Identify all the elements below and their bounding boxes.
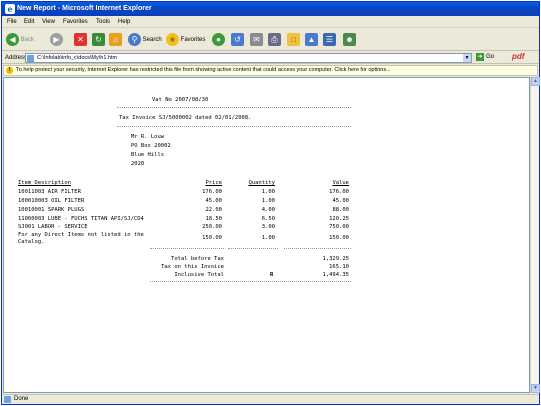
tax-label: Tax on this Invoice [161,264,224,270]
row-description: 10011003 AIR FILTER [18,189,81,195]
row-description-continued: Catalog. [18,239,45,245]
pdf-button[interactable]: pdf [512,52,524,61]
menu-favorites[interactable]: Favorites [63,19,88,25]
currency-symbol: R [270,272,274,278]
menu-file[interactable]: File [7,19,17,25]
divider [117,126,351,127]
row-value: 750.00 [329,224,349,230]
total-before-tax-value: 1,329.25 [322,256,350,262]
research-icon[interactable]: ☰ [323,33,336,46]
vertical-scrollbar[interactable]: ▲ ▼ [530,77,540,393]
status-bar: Done [2,394,539,404]
status-text: Done [14,396,29,402]
home-icon[interactable]: ⌂ [109,33,122,46]
forward-arrow-icon: ▶ [50,33,63,46]
address-line: PO Box 20002 [131,143,171,149]
security-infobar[interactable]: ! To help protect your security, Interne… [3,65,538,76]
header-quantity: Quantity [248,180,276,186]
address-line: 2020 [131,161,145,167]
toolbar: ◀ Back ▶ ✕ ↻ ⌂ ⚲ Search ★ Favorites ● ↺ … [2,29,539,51]
header-item-description: Item Description [18,180,71,186]
row-description: SJ001 LABOR - SERVICE [18,224,88,230]
row-quantity: 6.50 [261,216,275,222]
tax-invoice-line: Tax Invoice SJ/5000002 dated 02/01/2008. [119,115,252,121]
users-icon[interactable]: ☻ [343,33,356,46]
row-quantity: 1.00 [261,198,275,204]
divider [117,107,351,108]
media-icon[interactable]: ● [212,33,225,46]
menu-tools[interactable]: Tools [96,19,110,25]
title-bar: e New Report - Microsoft Internet Explor… [2,2,539,16]
scroll-up-icon[interactable]: ▲ [531,77,540,86]
row-price: 176.00 [202,189,222,195]
row-description: 11000003 LUBE - FUCHS TITAN API/SJ/CD4 [18,216,144,222]
menu-edit[interactable]: Edit [24,19,34,25]
header-price: Price [205,180,222,186]
divider [228,248,278,249]
address-bar: Address C:\Infolab\info_c\docs\My\h1.htm… [2,52,539,64]
window-title: New Report - Microsoft Internet Explorer [17,5,152,12]
menu-bar: File Edit View Favorites Tools Help [2,17,539,28]
row-price: 18.50 [205,216,222,222]
favorites-button[interactable]: ★ Favorites [166,33,205,47]
star-icon: ★ [166,33,179,46]
address-dropdown-icon[interactable]: ▼ [463,54,471,62]
folder-icon[interactable]: □ [287,33,300,46]
row-description: For any Direct Items not listed in the [18,232,144,238]
inclusive-total-label: Inclusive Total [174,272,224,278]
scroll-down-icon[interactable]: ▼ [531,384,540,393]
address-line: Blue Hills [131,152,165,158]
stop-icon[interactable]: ✕ [74,33,87,46]
divider [150,248,224,249]
row-value: 120.25 [329,216,349,222]
search-icon: ⚲ [128,33,141,46]
row-value: 176.00 [329,189,349,195]
mail-icon[interactable]: ✉ [250,33,263,46]
messenger-icon[interactable]: ▲ [305,33,318,46]
header-value: Value [332,180,349,186]
menu-view[interactable]: View [42,19,55,25]
row-price: 250.00 [202,224,222,230]
row-description: 100010003 OIL FILTER [18,198,85,204]
row-value: 150.00 [329,235,349,241]
report-page: Vat No 2007/08/30 Tax Invoice SJ/5000002… [3,77,530,393]
forward-button[interactable]: ▶ [50,33,63,47]
menu-help[interactable]: Help [118,19,130,25]
row-price: 22.00 [205,207,222,213]
row-quantity: 1.00 [261,235,275,241]
refresh-icon[interactable]: ↻ [92,33,105,46]
print-icon[interactable]: ⎙ [268,33,281,46]
divider [150,281,351,282]
row-quantity: 4.00 [261,207,275,213]
browser-window: e New Report - Microsoft Internet Explor… [1,1,540,405]
history-icon[interactable]: ↺ [231,33,244,46]
row-value: 45.00 [332,198,349,204]
address-input[interactable]: C:\Infolab\info_c\docs\My\h1.htm ▼ [25,53,472,63]
row-quantity: 3.00 [261,224,275,230]
divider [284,248,351,249]
row-value: 88.00 [332,207,349,213]
back-arrow-icon: ◀ [6,33,19,46]
go-button[interactable]: Go [486,54,494,60]
vat-number: Vat No 2007/08/30 [152,97,209,103]
page-icon [4,396,11,403]
warning-icon: ! [6,67,13,74]
go-arrow-icon[interactable]: ➔ [476,53,484,61]
address-label: Address [5,55,28,61]
tax-value: 165.10 [329,264,349,270]
row-price: 45.00 [205,198,222,204]
row-description: 10010001 SPARK PLUGS [18,207,85,213]
row-price: 150.00 [202,235,222,241]
total-before-tax-label: Total before Tax [171,256,224,262]
search-button[interactable]: ⚲ Search [128,33,162,47]
page-icon [27,55,34,62]
back-button[interactable]: ◀ Back [6,33,34,47]
row-quantity: 1.00 [261,189,275,195]
address-line: Mr R. Louw [131,134,165,140]
ie-logo-icon: e [5,4,15,14]
inclusive-total-value: 1,494.35 [322,272,350,278]
